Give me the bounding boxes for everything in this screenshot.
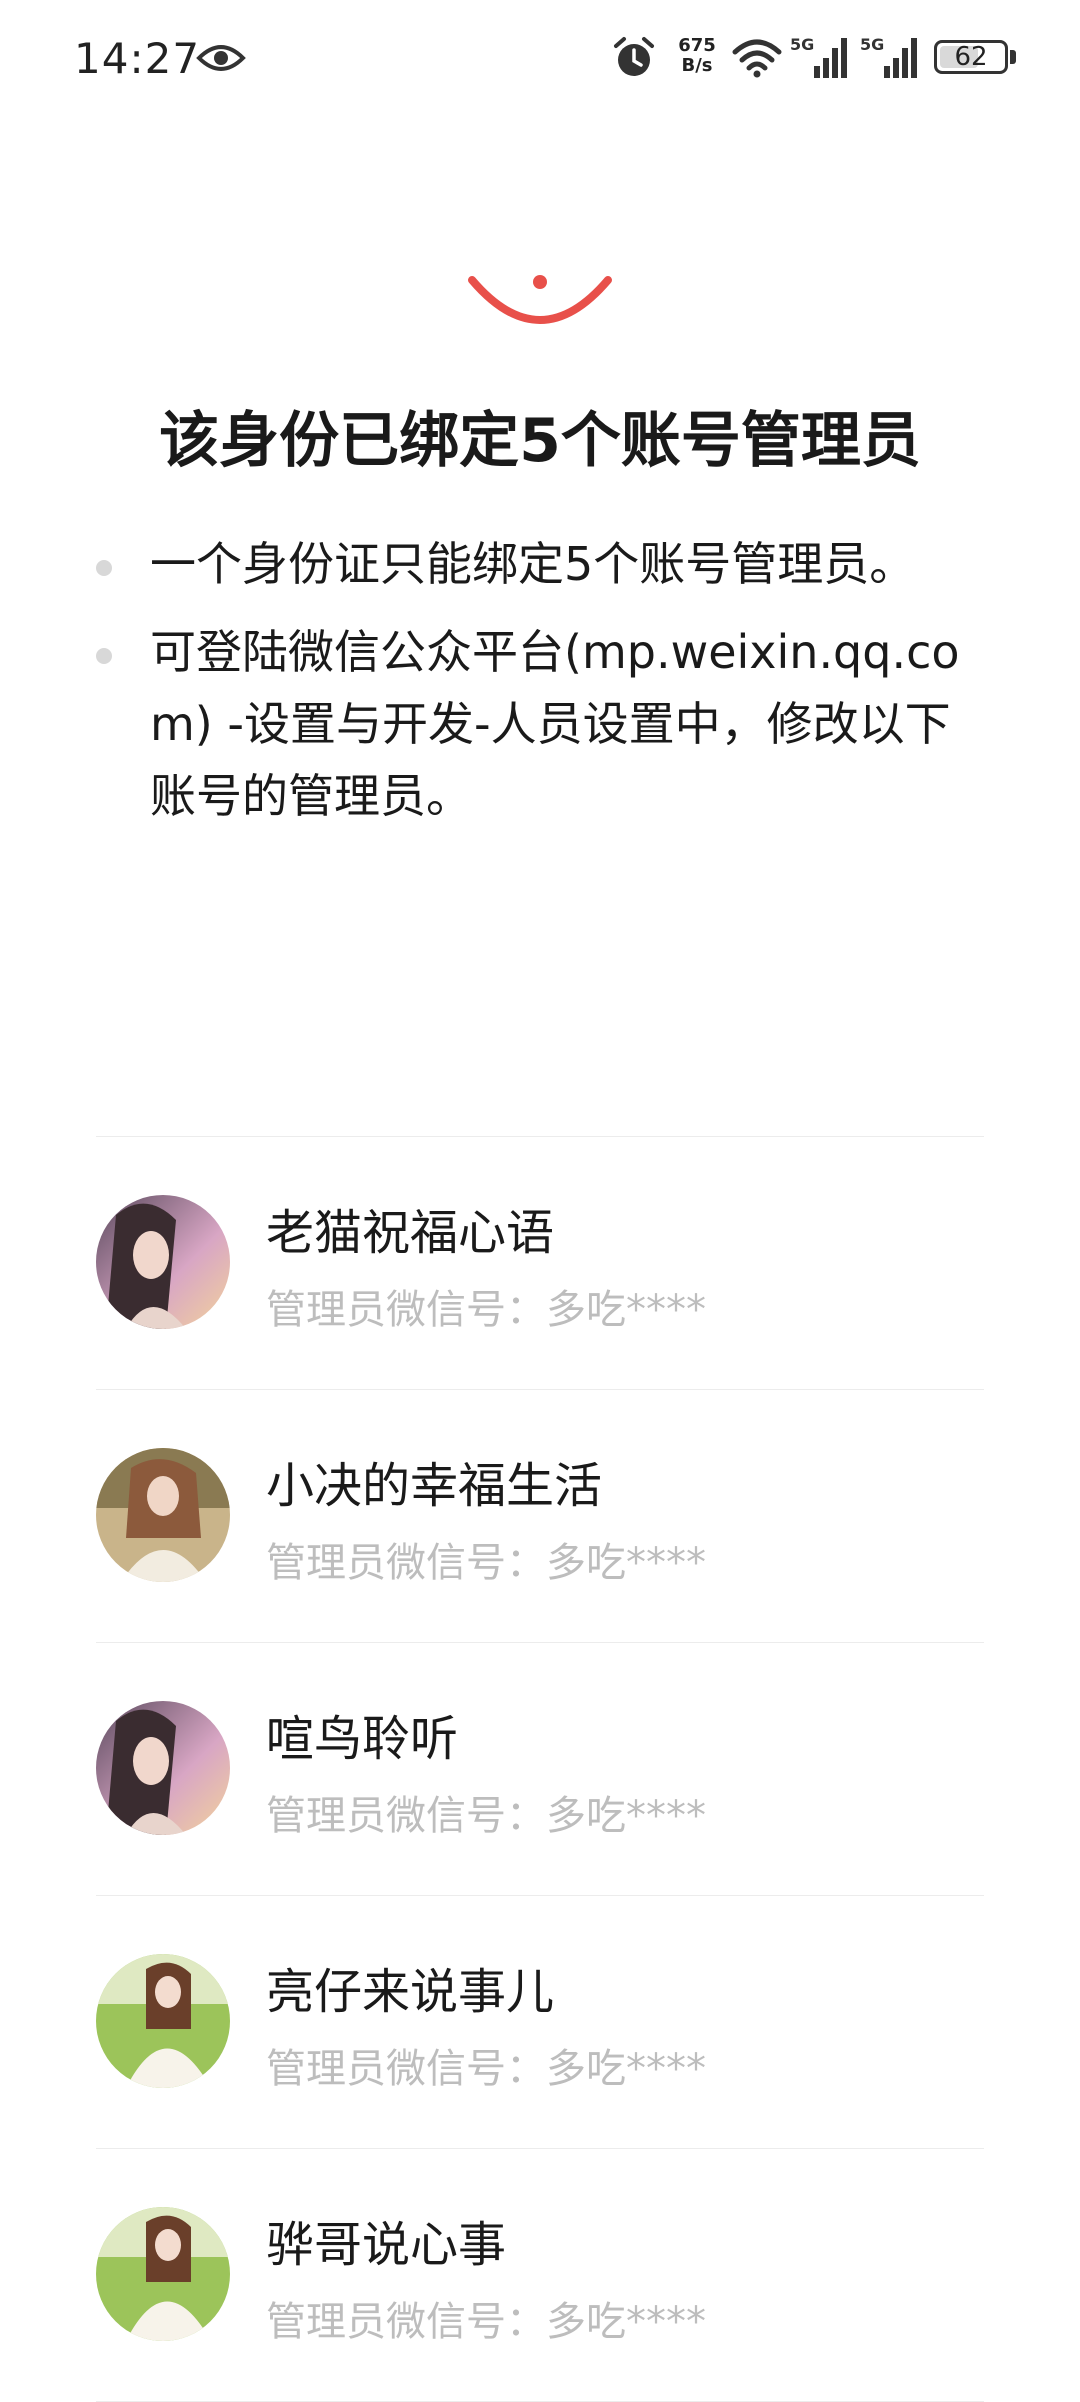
admin-wechat-line: 管理员微信号：多吃**** (266, 2289, 706, 2347)
account-avatar (96, 1448, 230, 1582)
note-text: 可登陆微信公众平台(mp.weixin.qq.com) -设置与开发-人员设置中… (150, 625, 960, 823)
account-name: 喧鸟聆听 (266, 1711, 459, 1767)
admin-wechat-line: 管理员微信号：多吃**** (266, 1783, 706, 1841)
bullet-dot (96, 560, 112, 576)
account-name: 骅哥说心事 (266, 2217, 507, 2273)
svg-text:5G: 5G (790, 35, 814, 54)
account-item[interactable]: 老猫祝福心语 管理员微信号：多吃**** (96, 1137, 984, 1390)
account-item[interactable]: 亮仔来说事儿 管理员微信号：多吃**** (96, 1896, 984, 2149)
account-list: 老猫祝福心语 管理员微信号：多吃**** 小决的幸福生活 管理员微信号：多吃**… (96, 1136, 984, 2402)
account-item[interactable]: 小决的幸福生活 管理员微信号：多吃**** (96, 1390, 984, 1643)
admin-wechat-id: 多吃**** (546, 1540, 706, 1586)
cellular-signal-icon-2: 5G (860, 35, 917, 78)
status-bar: 14:27 675 B/s 5G 5G 62 (0, 0, 1080, 120)
svg-text:5G: 5G (860, 35, 884, 54)
admin-wechat-line: 管理员微信号：多吃**** (266, 1530, 706, 1588)
network-speed-value: 675 (678, 35, 716, 56)
admin-wechat-id: 多吃**** (546, 1793, 706, 1839)
bullet-dot (96, 648, 112, 664)
account-avatar (96, 2207, 230, 2341)
note-item: 可登陆微信公众平台(mp.weixin.qq.com) -设置与开发-人员设置中… (96, 616, 996, 832)
admin-label: 管理员微信号： (266, 1540, 546, 1586)
status-time: 14:27 (74, 34, 201, 83)
admin-wechat-line: 管理员微信号：多吃**** (266, 1277, 706, 1335)
account-avatar (96, 1195, 230, 1329)
cellular-signal-icon: 5G (790, 35, 847, 78)
alarm-icon (614, 37, 654, 76)
network-speed: 675 B/s (672, 36, 722, 76)
battery-percent: 62 (954, 42, 988, 72)
admin-wechat-id: 多吃**** (546, 2046, 706, 2092)
note-item: 一个身份证只能绑定5个账号管理员。 (96, 528, 996, 600)
notes-list: 一个身份证只能绑定5个账号管理员。 可登陆微信公众平台(mp.weixin.qq… (96, 528, 996, 848)
account-name: 老猫祝福心语 (266, 1205, 555, 1261)
admin-wechat-line: 管理员微信号：多吃**** (266, 2036, 706, 2094)
account-name: 小决的幸福生活 (266, 1458, 603, 1514)
wifi-icon (732, 39, 782, 78)
account-avatar (96, 1954, 230, 2088)
page-title: 该身份已绑定5个账号管理员 (159, 406, 921, 476)
account-name: 亮仔来说事儿 (266, 1964, 555, 2020)
battery-tip (1010, 50, 1016, 64)
eye-icon (196, 45, 246, 71)
admin-wechat-id: 多吃**** (546, 1287, 706, 1333)
admin-label: 管理员微信号： (266, 1793, 546, 1839)
network-speed-unit: B/s (681, 55, 713, 76)
account-item[interactable]: 喧鸟聆听 管理员微信号：多吃**** (96, 1643, 984, 1896)
sad-face-icon (468, 275, 612, 324)
admin-label: 管理员微信号： (266, 1287, 546, 1333)
admin-label: 管理员微信号： (266, 2046, 546, 2092)
admin-wechat-id: 多吃**** (546, 2299, 706, 2345)
battery-icon: 62 (934, 40, 1008, 74)
account-item[interactable]: 骅哥说心事 管理员微信号：多吃**** (96, 2149, 984, 2402)
admin-label: 管理员微信号： (266, 2299, 546, 2345)
account-avatar (96, 1701, 230, 1835)
note-text: 一个身份证只能绑定5个账号管理员。 (150, 537, 916, 591)
